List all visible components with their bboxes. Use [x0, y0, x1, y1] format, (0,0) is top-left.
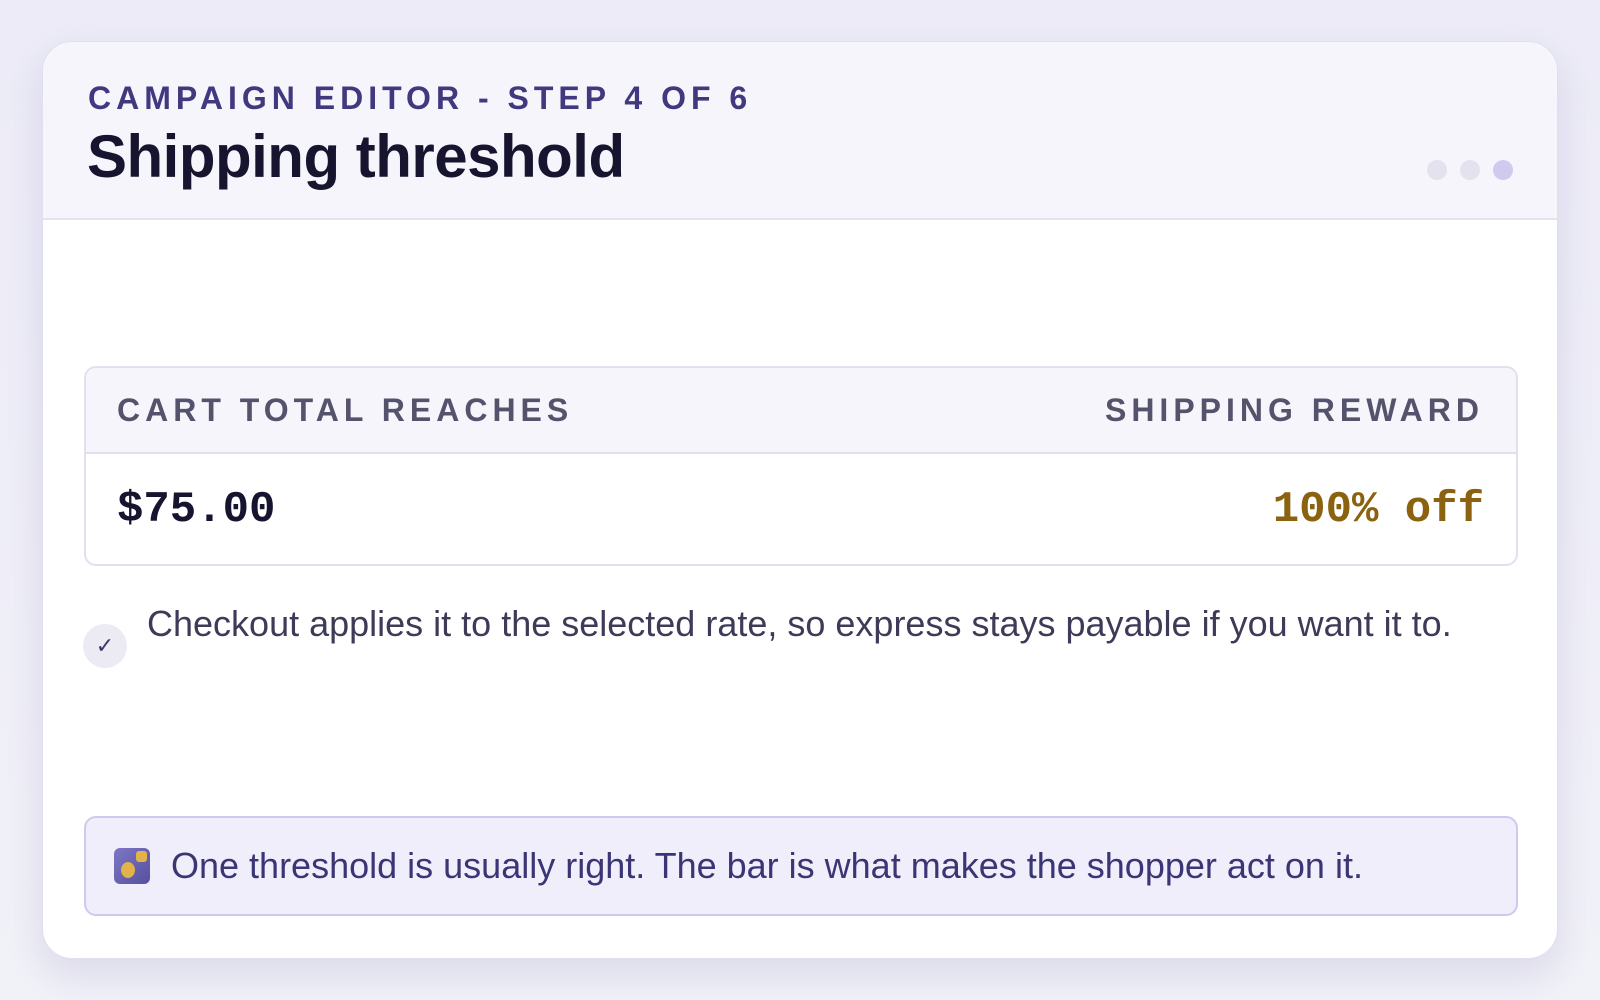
- page-title: Shipping threshold: [87, 123, 625, 190]
- step-eyebrow: CAMPAIGN EDITOR - STEP 4 OF 6: [88, 80, 753, 116]
- gift-box-icon: [114, 848, 150, 884]
- checkout-note-text: Checkout applies it to the selected rate…: [147, 603, 1452, 644]
- threshold-amount[interactable]: $75.00: [117, 485, 275, 535]
- menu-dot: [1493, 160, 1513, 180]
- tip-callout: One threshold is usually right. The bar …: [84, 816, 1518, 916]
- shipping-reward-value[interactable]: 100% off: [1273, 485, 1484, 535]
- card-header: CAMPAIGN EDITOR - STEP 4 OF 6 Shipping t…: [43, 42, 1557, 220]
- checkout-note: ✓ Checkout applies it to the selected ra…: [83, 598, 1483, 668]
- shipping-reward-column-header: SHIPPING REWARD: [1104, 391, 1484, 428]
- threshold-rule-row[interactable]: $75.00 100% off: [86, 454, 1516, 564]
- campaign-editor-card: CAMPAIGN EDITOR - STEP 4 OF 6 Shipping t…: [42, 41, 1558, 959]
- menu-dot: [1460, 160, 1480, 180]
- menu-dot: [1427, 160, 1447, 180]
- window-menu-dots[interactable]: [1427, 160, 1513, 180]
- checkmark-icon: ✓: [83, 624, 127, 668]
- rule-table-header: CART TOTAL REACHES SHIPPING REWARD: [86, 368, 1516, 454]
- cart-total-column-header: CART TOTAL REACHES: [117, 391, 574, 428]
- tip-text: One threshold is usually right. The bar …: [171, 845, 1363, 886]
- threshold-rule-table: CART TOTAL REACHES SHIPPING REWARD $75.0…: [84, 366, 1518, 566]
